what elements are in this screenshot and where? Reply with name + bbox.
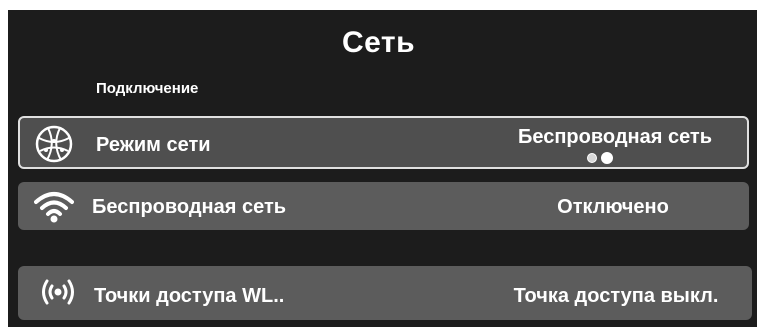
page-dot-active — [601, 152, 613, 164]
network-mode-label: Режим сети — [96, 134, 211, 156]
section-label: Подключение — [96, 80, 199, 97]
globe-network-icon — [35, 125, 73, 163]
wireless-network-label: Беспроводная сеть — [92, 196, 287, 218]
wireless-network-value: Отключено — [557, 196, 669, 218]
wlan-hotspot-value: Точка доступа выкл. — [513, 285, 719, 307]
network-mode-value: Беспроводная сеть — [517, 126, 713, 148]
page-title: Сеть — [341, 26, 416, 59]
network-mode-row[interactable]: Режим сети Беспроводная сеть — [18, 116, 749, 169]
wlan-hotspot-label: Точки доступа WL.. — [94, 285, 285, 307]
option-page-indicator — [587, 152, 613, 164]
page-dot — [587, 153, 597, 163]
wifi-icon — [34, 192, 74, 223]
wireless-network-row[interactable]: Беспроводная сеть Отключено — [18, 182, 749, 230]
wlan-hotspot-row[interactable]: Точки доступа WL.. Точка доступа выкл. — [18, 266, 752, 320]
hotspot-icon — [42, 279, 74, 305]
